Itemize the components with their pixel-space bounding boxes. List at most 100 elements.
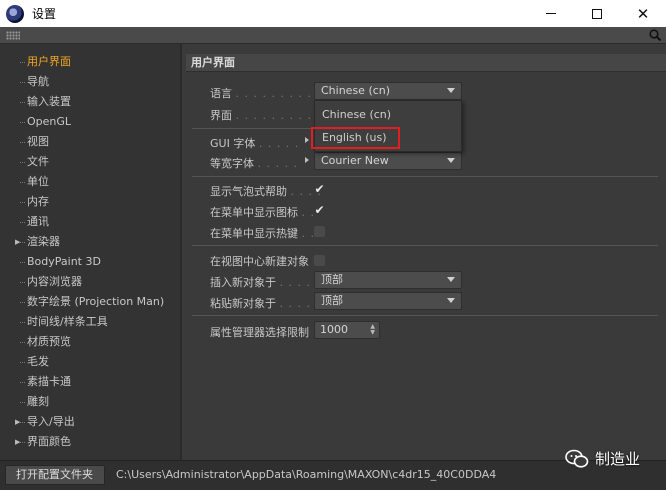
leader-dots: . . . . . . . . . . bbox=[235, 109, 321, 122]
leader-dots: . . . . bbox=[279, 297, 311, 310]
toolbar-strip bbox=[0, 27, 666, 44]
language-dropdown-value: Chinese (cn) bbox=[321, 84, 391, 97]
gui-font-label-text: GUI 字体 bbox=[210, 137, 256, 150]
divider bbox=[192, 176, 658, 177]
sidebar-item-label: 导入/导出 bbox=[27, 415, 75, 428]
sidebar-item-user-interface[interactable]: 用户界面 bbox=[0, 52, 180, 72]
language-label-text: 语言 bbox=[210, 87, 232, 100]
divider bbox=[192, 245, 658, 246]
sidebar-item-opengl[interactable]: OpenGL bbox=[0, 112, 180, 132]
sidebar-item-bodypaint[interactable]: BodyPaint 3D bbox=[0, 252, 180, 272]
create-center-checkbox[interactable] bbox=[314, 255, 325, 266]
sidebar-item-import-export[interactable]: ▶ 导入/导出 bbox=[0, 412, 180, 432]
sidebar-item-label: 界面颜色 bbox=[27, 435, 71, 448]
close-button[interactable]: ✕ bbox=[620, 0, 666, 27]
menu-icons-checkbox[interactable]: ✔ bbox=[313, 204, 326, 217]
insert-at-label-text: 插入新对象于 bbox=[210, 276, 276, 289]
leader-dots: . . bbox=[301, 227, 315, 240]
sidebar-item-viewport[interactable]: 视图 bbox=[0, 132, 180, 152]
insert-at-dropdown-value: 顶部 bbox=[321, 273, 343, 286]
insert-at-label: 插入新对象于 . . . . bbox=[210, 274, 311, 290]
menu-hotkeys-checkbox[interactable] bbox=[314, 226, 325, 237]
maximize-icon bbox=[592, 8, 602, 19]
sidebar-item-label: 雕刻 bbox=[27, 395, 49, 408]
sidebar-item-label: 渲染器 bbox=[27, 235, 60, 248]
sidebar-item-label: 视图 bbox=[27, 135, 49, 148]
sidebar-item-projection-man[interactable]: 数字绘景 (Projection Man) bbox=[0, 292, 180, 312]
chevron-down-icon bbox=[447, 277, 455, 282]
sidebar-item-sculpting[interactable]: 雕刻 bbox=[0, 392, 180, 412]
sidebar-item-label: 毛发 bbox=[27, 355, 49, 368]
group-title: 用户界面 bbox=[186, 54, 666, 72]
sidebar-item-input-devices[interactable]: 输入装置 bbox=[0, 92, 180, 112]
close-icon: ✕ bbox=[636, 4, 650, 23]
mono-font-dropdown[interactable]: Courier New bbox=[314, 152, 462, 170]
config-path: C:\Users\Administrator\AppData\Roaming\M… bbox=[116, 468, 497, 481]
sidebar-item-content-browser[interactable]: 内容浏览器 bbox=[0, 272, 180, 292]
mono-font-label: 等宽字体 . . . . . bbox=[210, 155, 298, 171]
divider bbox=[192, 315, 658, 316]
sidebar-item-material-preview[interactable]: 材质预览 bbox=[0, 332, 180, 352]
window-controls: ✕ bbox=[528, 0, 666, 27]
sidebar-item-sketch-toon[interactable]: 素描卡通 bbox=[0, 372, 180, 392]
sidebar-item-units[interactable]: 单位 bbox=[0, 172, 180, 192]
create-center-label: 在视图中心新建对象 bbox=[210, 253, 309, 269]
watermark-text: 制造业 bbox=[595, 450, 641, 468]
divider bbox=[192, 128, 312, 129]
language-option-chinese[interactable]: Chinese (cn) bbox=[315, 104, 461, 126]
sidebar-item-renderer[interactable]: ▶ 渲染器 bbox=[0, 232, 180, 252]
minimize-icon bbox=[546, 13, 556, 14]
gui-font-label: GUI 字体 . . . . . bbox=[210, 135, 299, 151]
sidebar-item-memory[interactable]: 内存 bbox=[0, 192, 180, 212]
search-icon[interactable] bbox=[648, 28, 662, 42]
open-config-folder-button[interactable]: 打开配置文件夹 bbox=[5, 465, 105, 485]
expand-arrow-icon[interactable]: ▶ bbox=[15, 412, 20, 432]
sidebar-item-label: 内存 bbox=[27, 195, 49, 208]
minimize-button[interactable] bbox=[528, 0, 574, 27]
create-center-label-text: 在视图中心新建对象 bbox=[210, 255, 309, 268]
menu-hotkeys-label: 在菜单中显示热键 . . bbox=[210, 225, 315, 241]
sidebar-item-label: 用户界面 bbox=[27, 55, 71, 68]
tooltips-checkbox[interactable]: ✔ bbox=[313, 183, 326, 196]
expand-arrow-icon[interactable]: ▶ bbox=[15, 432, 20, 452]
paste-at-label-text: 粘贴新对象于 bbox=[210, 297, 276, 310]
paste-at-dropdown[interactable]: 顶部 bbox=[314, 292, 462, 310]
gui-font-expand-icon[interactable] bbox=[305, 137, 309, 143]
sidebar-item-hair[interactable]: 毛发 bbox=[0, 352, 180, 372]
leader-dots: . . . . . . . . . . bbox=[235, 87, 321, 100]
sidebar-item-navigation[interactable]: 导航 bbox=[0, 72, 180, 92]
paste-at-dropdown-value: 顶部 bbox=[321, 294, 343, 307]
chevron-down-icon bbox=[447, 88, 455, 93]
language-dropdown[interactable]: Chinese (cn) bbox=[314, 82, 462, 100]
tooltips-label-text: 显示气泡式帮助 bbox=[210, 185, 287, 198]
menu-icons-label: 在菜单中显示图标 . . bbox=[210, 204, 315, 220]
mono-font-label-text: 等宽字体 bbox=[210, 157, 254, 170]
menu-hotkeys-label-text: 在菜单中显示热键 bbox=[210, 227, 298, 240]
sidebar-item-label: 素描卡通 bbox=[27, 375, 71, 388]
sidebar-item-label: 导航 bbox=[27, 75, 49, 88]
attr-limit-value: 1000 bbox=[320, 323, 348, 336]
spinner-arrows-icon[interactable]: ▲ ▼ bbox=[370, 324, 375, 336]
tooltips-label: 显示气泡式帮助 . . . . bbox=[210, 183, 322, 199]
attr-limit-spinner[interactable]: 1000 ▲ ▼ bbox=[314, 321, 380, 339]
sidebar-item-interface-colors[interactable]: ▶ 界面颜色 bbox=[0, 432, 180, 452]
wechat-icon bbox=[565, 449, 589, 468]
paste-at-label: 粘贴新对象于 . . . . bbox=[210, 295, 311, 311]
sidebar-item-timeline[interactable]: 时间线/样条工具 bbox=[0, 312, 180, 332]
leader-dots: . . . . bbox=[279, 276, 311, 289]
watermark: 制造业 bbox=[565, 448, 640, 469]
maximize-button[interactable] bbox=[574, 0, 620, 27]
grip-handle-icon[interactable] bbox=[6, 31, 20, 40]
mono-font-expand-icon[interactable] bbox=[305, 157, 309, 163]
insert-at-dropdown[interactable]: 顶部 bbox=[314, 271, 462, 289]
highlight-annotation-box bbox=[311, 127, 400, 149]
sidebar-item-communication[interactable]: 通讯 bbox=[0, 212, 180, 232]
sidebar-item-files[interactable]: 文件 bbox=[0, 152, 180, 172]
title-bar: 设置 ✕ bbox=[0, 0, 666, 27]
sidebar-item-label: 通讯 bbox=[27, 215, 49, 228]
interface-label-text: 界面 bbox=[210, 109, 232, 122]
leader-dots: . . . . . bbox=[258, 137, 300, 150]
expand-arrow-icon[interactable]: ▶ bbox=[15, 232, 20, 252]
chevron-down-icon bbox=[447, 158, 455, 163]
sidebar-item-label: BodyPaint 3D bbox=[27, 255, 101, 268]
